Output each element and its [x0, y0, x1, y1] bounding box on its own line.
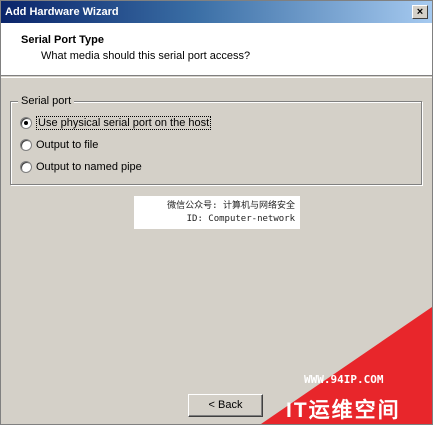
radio-label-physical-port: Use physical serial port on the host — [36, 116, 212, 130]
close-button[interactable]: × — [412, 5, 428, 19]
wizard-header: Serial Port Type What media should this … — [1, 23, 432, 76]
header-divider — [1, 77, 432, 78]
watermark-line-2: ID: Computer-network — [186, 214, 295, 224]
page-subtitle: What media should this serial port acces… — [41, 50, 251, 62]
radio-physical-port[interactable]: Use physical serial port on the host — [20, 115, 212, 131]
window-title: Add Hardware Wizard — [5, 6, 119, 18]
page-title: Serial Port Type — [21, 34, 104, 46]
radio-named-pipe[interactable]: Output to named pipe — [20, 159, 142, 175]
radio-button-selected[interactable] — [20, 117, 32, 129]
brand-url: WWW.94IP.COM — [304, 373, 384, 386]
radio-label-named-pipe: Output to named pipe — [36, 161, 142, 173]
watermark-overlay: 微信公众号: 计算机与网络安全 ID: Computer-network — [134, 196, 300, 229]
radio-button[interactable] — [20, 139, 32, 151]
serial-port-group-label: Serial port — [18, 95, 75, 107]
title-bar[interactable]: Add Hardware Wizard × — [1, 1, 432, 23]
radio-button[interactable] — [20, 161, 32, 173]
back-button[interactable]: < Back — [188, 394, 263, 417]
add-hardware-wizard-window: Add Hardware Wizard × Serial Port Type W… — [0, 0, 433, 425]
radio-label-output-file: Output to file — [36, 139, 99, 151]
close-icon: × — [416, 6, 424, 18]
radio-output-file[interactable]: Output to file — [20, 137, 98, 153]
brand-name: IT运维空间 — [286, 399, 401, 422]
watermark-line-1: 微信公众号: 计算机与网络安全 — [167, 201, 295, 211]
